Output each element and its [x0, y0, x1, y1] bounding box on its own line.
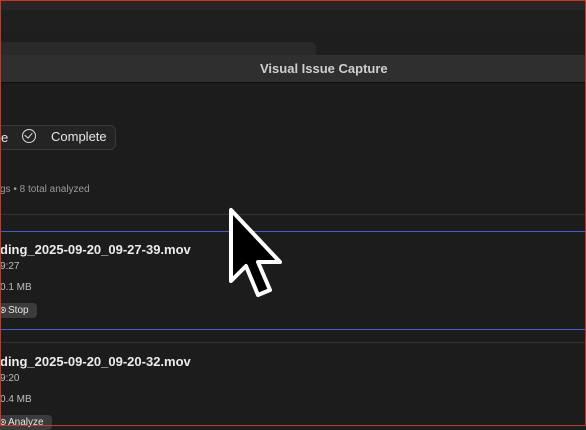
capture-frame-border [0, 0, 586, 426]
